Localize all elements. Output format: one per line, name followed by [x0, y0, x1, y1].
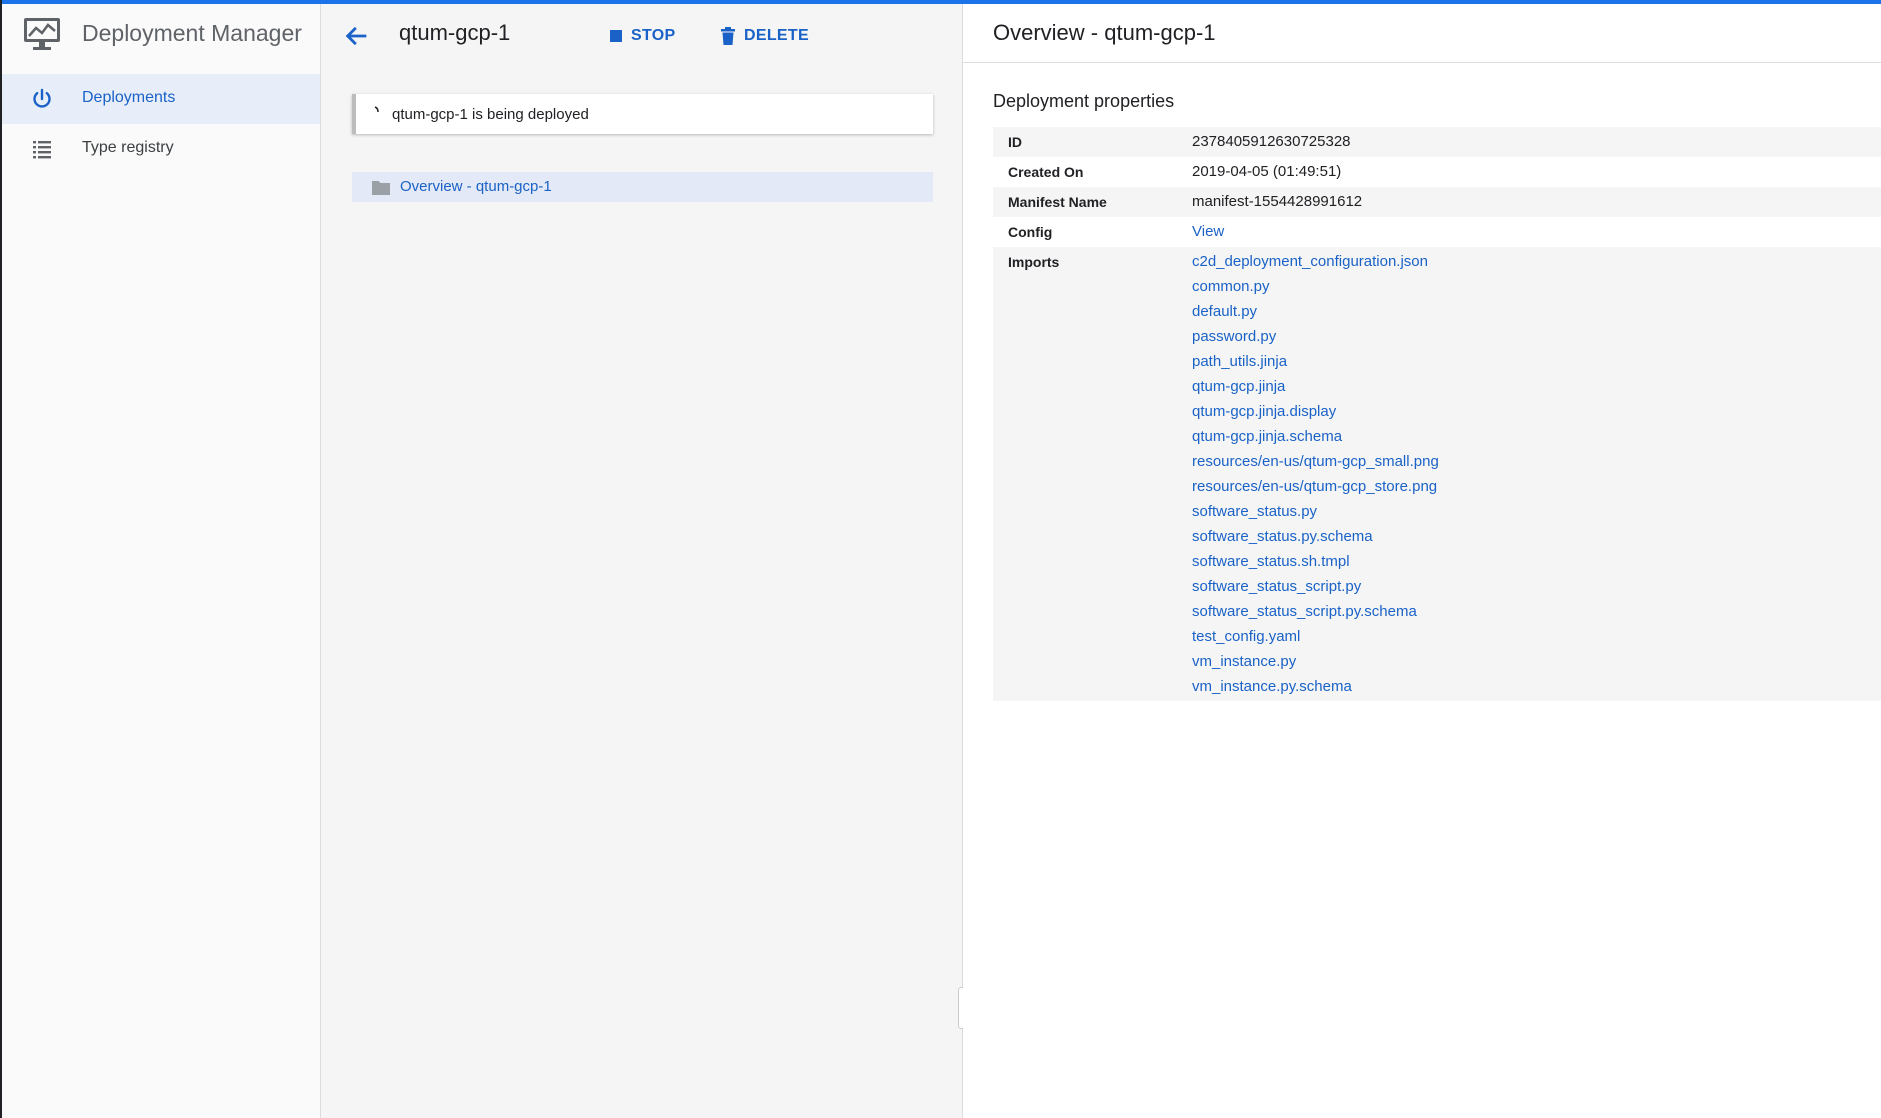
- property-label: ID: [1008, 134, 1022, 150]
- status-text: qtum-gcp-1 is being deployed: [392, 106, 589, 123]
- sidebar: Deployment Manager Deployments Type regi…: [2, 4, 321, 1118]
- deployment-header: qtum-gcp-1 STOP DELETE: [321, 4, 962, 66]
- property-row-id: ID 2378405912630725328: [993, 127, 1881, 157]
- import-file-link[interactable]: common.py: [1192, 274, 1439, 299]
- import-file-link[interactable]: qtum-gcp.jinja.display: [1192, 399, 1439, 424]
- property-row-imports: Imports c2d_deployment_configuration.jso…: [993, 247, 1881, 701]
- import-file-link[interactable]: default.py: [1192, 299, 1439, 324]
- stop-icon: [610, 30, 622, 42]
- trash-icon: [721, 27, 735, 45]
- property-label: Imports: [1008, 254, 1060, 270]
- tree-item-overview[interactable]: Overview - qtum-gcp-1: [352, 172, 933, 202]
- deployment-status-card: qtum-gcp-1 is being deployed: [352, 94, 933, 134]
- delete-button-label: DELETE: [744, 27, 809, 44]
- tree-item-label: Overview - qtum-gcp-1: [400, 178, 552, 195]
- property-value: 2378405912630725328: [1192, 133, 1351, 150]
- details-title: Overview - qtum-gcp-1: [993, 20, 1216, 45]
- stop-button-label: STOP: [631, 27, 676, 44]
- progress-spinner-icon: [374, 106, 379, 113]
- sidebar-item-label: Type registry: [82, 139, 174, 156]
- config-view-link[interactable]: View: [1192, 217, 1224, 247]
- section-title: Deployment properties: [993, 91, 1175, 111]
- power-icon: [33, 88, 51, 108]
- import-file-link[interactable]: software_status.py: [1192, 499, 1439, 524]
- property-row-config: Config View: [993, 217, 1881, 247]
- import-file-link[interactable]: resources/en-us/qtum-gcp_store.png: [1192, 474, 1439, 499]
- deployment-manager-logo-icon: [24, 18, 60, 50]
- import-file-link[interactable]: software_status.sh.tmpl: [1192, 549, 1439, 574]
- property-value: 2019-04-05 (01:49:51): [1192, 163, 1342, 180]
- import-file-link[interactable]: resources/en-us/qtum-gcp_small.png: [1192, 449, 1439, 474]
- import-file-link[interactable]: c2d_deployment_configuration.json: [1192, 249, 1439, 274]
- app-title: Deployment Manager: [82, 20, 302, 46]
- import-file-link[interactable]: vm_instance.py.schema: [1192, 674, 1439, 699]
- import-file-link[interactable]: path_utils.jinja: [1192, 349, 1439, 374]
- property-label: Created On: [1008, 164, 1084, 180]
- sidebar-item-type-registry[interactable]: Type registry: [2, 124, 320, 174]
- details-header: Overview - qtum-gcp-1: [963, 4, 1881, 63]
- imports-list: c2d_deployment_configuration.json common.…: [1192, 247, 1439, 701]
- property-label: Manifest Name: [1008, 194, 1107, 210]
- list-icon: [33, 141, 51, 159]
- import-file-link[interactable]: test_config.yaml: [1192, 624, 1439, 649]
- import-file-link[interactable]: password.py: [1192, 324, 1439, 349]
- property-row-created-on: Created On 2019-04-05 (01:49:51): [993, 157, 1881, 187]
- import-file-link[interactable]: software_status_script.py: [1192, 574, 1439, 599]
- import-file-link[interactable]: vm_instance.py: [1192, 649, 1439, 674]
- sidebar-item-label: Deployments: [82, 89, 176, 106]
- import-file-link[interactable]: qtum-gcp.jinja: [1192, 374, 1439, 399]
- brand-header: Deployment Manager: [2, 4, 320, 66]
- delete-button[interactable]: DELETE: [720, 22, 809, 50]
- properties-table: ID 2378405912630725328 Created On 2019-0…: [993, 127, 1881, 701]
- sidebar-item-deployments[interactable]: Deployments: [2, 74, 320, 124]
- import-file-link[interactable]: software_status.py.schema: [1192, 524, 1439, 549]
- deployment-name: qtum-gcp-1: [399, 20, 511, 45]
- import-file-link[interactable]: qtum-gcp.jinja.schema: [1192, 424, 1439, 449]
- details-panel: Overview - qtum-gcp-1 Deployment propert…: [963, 4, 1881, 1118]
- stop-button[interactable]: STOP: [609, 22, 675, 50]
- property-value: manifest-1554428991612: [1192, 193, 1363, 210]
- property-label: Config: [1008, 224, 1053, 240]
- import-file-link[interactable]: software_status_script.py.schema: [1192, 599, 1439, 624]
- deployment-panel: qtum-gcp-1 STOP DELETE qtum-gcp-1 is bei…: [321, 4, 963, 1118]
- folder-icon: [372, 181, 390, 195]
- property-row-manifest-name: Manifest Name manifest-1554428991612: [993, 187, 1881, 217]
- back-arrow-icon[interactable]: [343, 22, 371, 50]
